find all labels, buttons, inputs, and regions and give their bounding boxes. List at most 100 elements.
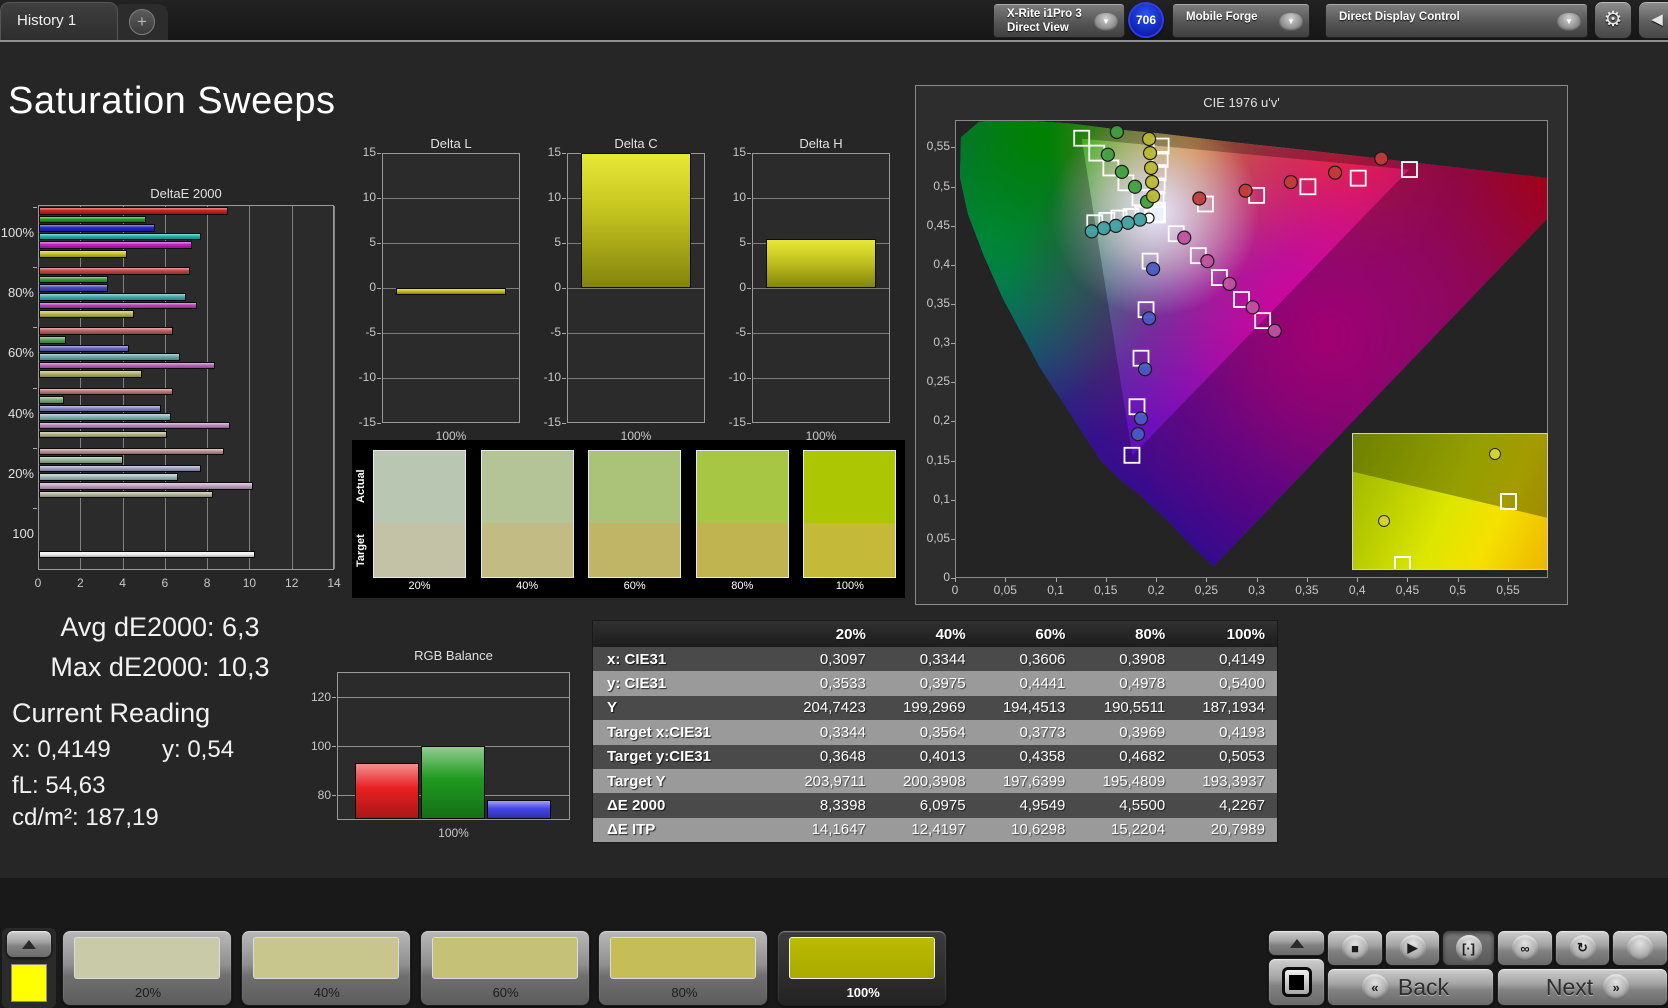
- x-tick-label: 0,05: [985, 583, 1025, 597]
- table-cell: 14,1647: [778, 821, 878, 838]
- meter-mode: Direct View: [1007, 21, 1082, 35]
- x-tick-label: 4: [108, 576, 138, 590]
- back-button[interactable]: « Back: [1327, 968, 1494, 1006]
- y-tick-label: 15: [531, 145, 561, 159]
- gridline: [753, 378, 889, 379]
- chevron-down-icon[interactable]: ▼: [1094, 13, 1118, 31]
- meter-dropdown[interactable]: X-Rite i1Pro 3 Direct View ▼: [993, 3, 1125, 38]
- cie-measured-marker: [1223, 277, 1236, 290]
- bar: [581, 153, 691, 288]
- patch-button-40[interactable]: 40%: [241, 930, 411, 1006]
- axis-tick: [1458, 578, 1459, 582]
- axis-tick: [951, 382, 955, 383]
- table-row: y: CIE310,35330,39750,44410,49780,5400: [593, 671, 1277, 695]
- gridline: [568, 288, 704, 289]
- reading-cdm2: cd/m²: 187,19: [12, 804, 159, 832]
- axis-tick: [332, 795, 336, 796]
- reading-y: y: 0,54: [162, 736, 234, 764]
- group-label: 100%: [0, 225, 34, 241]
- play-button[interactable]: ▶: [1385, 930, 1440, 966]
- x-tick-label: 2: [65, 576, 95, 590]
- patch-swatch: [253, 937, 399, 979]
- play-bar: 20%40%60%80%100% ■ ▶ [·] ∞ ↻ « Ba: [0, 878, 1668, 1008]
- bar: [39, 491, 213, 499]
- swatch-column: [696, 450, 789, 578]
- table-cell: 0,4441: [978, 675, 1078, 692]
- x-tick-label: 0,4: [1337, 583, 1377, 597]
- up-arrow-icon: [1290, 939, 1304, 948]
- refresh-button[interactable]: ↻: [1555, 930, 1610, 966]
- settings-button[interactable]: ⚙: [1594, 1, 1632, 39]
- cie-zoom-inset: [1352, 433, 1548, 570]
- extra-transport-button[interactable]: [1612, 930, 1668, 966]
- patch-button-20[interactable]: 20%: [62, 930, 232, 1006]
- table-row-label: Target Y: [593, 773, 778, 790]
- source-dropdown[interactable]: Mobile Forge ▼: [1172, 3, 1310, 38]
- reading-fl: fL: 54,63: [12, 772, 105, 800]
- axis-tick: [33, 448, 37, 449]
- cie-measured-marker: [1146, 176, 1159, 189]
- axis-tick: [951, 539, 955, 540]
- target-swatch: [482, 523, 573, 577]
- y-tick-label: 0,45: [902, 218, 950, 232]
- table-column-header: 60%: [978, 626, 1078, 643]
- table-row-label: y: CIE31: [593, 675, 778, 692]
- x-tick-label: 6: [150, 576, 180, 590]
- bar: [487, 800, 551, 819]
- meter-badge[interactable]: 706: [1128, 2, 1164, 38]
- patch-button-80[interactable]: 80%: [598, 930, 768, 1006]
- x-tick-label: 0,2: [1136, 583, 1176, 597]
- patch-button-60[interactable]: 60%: [420, 930, 590, 1006]
- axis-tick: [747, 288, 751, 289]
- chevron-down-icon[interactable]: ▼: [1557, 13, 1581, 31]
- collapse-panel-button[interactable]: ◀: [1638, 1, 1668, 39]
- next-button[interactable]: Next »: [1497, 968, 1668, 1006]
- transport-up-button[interactable]: [1268, 930, 1325, 956]
- axis-tick: [377, 288, 381, 289]
- bar: [39, 362, 215, 370]
- axis-tick: [562, 333, 566, 334]
- patch-button-100[interactable]: 100%: [777, 930, 947, 1006]
- axis-tick: [951, 578, 955, 579]
- axis-tick: [562, 288, 566, 289]
- cie-measured-marker: [1144, 147, 1157, 160]
- axis-tick: [747, 198, 751, 199]
- chevron-down-icon[interactable]: ▼: [1279, 13, 1303, 31]
- y-tick-label: -15: [346, 415, 376, 429]
- tab-history-1[interactable]: History 1: [0, 2, 118, 40]
- stop-patch-button[interactable]: [1268, 958, 1325, 1006]
- bar: [39, 353, 180, 361]
- axis-tick: [377, 243, 381, 244]
- actual-swatch: [697, 451, 788, 523]
- workflow-dropdown[interactable]: Direct Display Control ▼: [1325, 3, 1588, 38]
- actual-row-label: Actual: [355, 450, 371, 523]
- stop-button[interactable]: ■: [1327, 930, 1383, 966]
- axis-tick: [951, 265, 955, 266]
- y-tick-label: 5: [716, 235, 746, 249]
- cie-measured-marker: [1284, 176, 1297, 189]
- add-tab-button[interactable]: +: [129, 9, 155, 35]
- bar: [39, 551, 255, 559]
- single-measure-button[interactable]: [·]: [1442, 930, 1495, 966]
- table-cell: 0,3533: [778, 675, 878, 692]
- bar: [39, 431, 167, 439]
- target-swatch: [374, 523, 465, 577]
- y-tick-label: 100: [299, 739, 331, 753]
- meter-status-stripe: [996, 6, 1000, 35]
- y-tick-label: 5: [531, 235, 561, 249]
- cie-measured-marker: [1193, 192, 1206, 205]
- axis-tick: [562, 423, 566, 424]
- y-tick-label: 0,25: [902, 374, 950, 388]
- current-patch-swatch[interactable]: [11, 964, 47, 1002]
- patch-swatch: [432, 937, 578, 979]
- table-cell: 199,2969: [878, 699, 978, 716]
- axis-tick: [377, 153, 381, 154]
- swatch-label: 60%: [588, 580, 681, 594]
- current-reading-heading: Current Reading: [12, 698, 210, 729]
- continuous-measure-button[interactable]: ∞: [1497, 930, 1553, 966]
- patch-list-up-button[interactable]: [6, 930, 52, 958]
- x-axis-label: 100%: [337, 826, 570, 840]
- axis-tick: [747, 333, 751, 334]
- swatch-label: 20%: [373, 580, 466, 594]
- cie-measured-marker: [1134, 213, 1147, 226]
